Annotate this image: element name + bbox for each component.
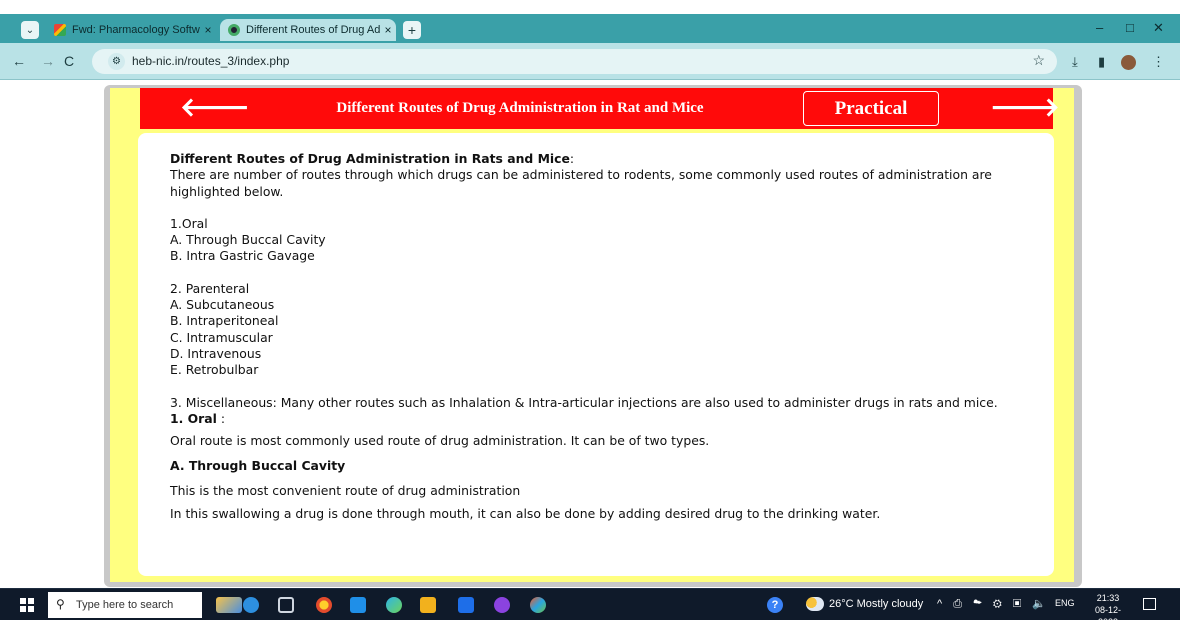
taskbar-app-icon[interactable]: [216, 597, 242, 613]
tab-title: Different Routes of Drug Admi: [246, 24, 380, 36]
forward-button[interactable]: →: [41, 53, 55, 69]
app-taskbar-icon[interactable]: [530, 597, 546, 613]
next-arrow-icon[interactable]: 🡒: [990, 95, 1060, 121]
buccal-description-2: In this swallowing a drug is done throug…: [170, 506, 881, 522]
misc-paragraph: 3. Miscellaneous: Many other routes such…: [170, 394, 998, 410]
browser-toolbar: ← → C ⚙ heb-nic.in/routes_3/index.php ☆ …: [0, 43, 1180, 80]
list-item: A. Through Buccal Cavity: [170, 232, 326, 248]
mail-taskbar-icon[interactable]: [350, 597, 366, 613]
article-content: Different Routes of Drug Administration …: [170, 151, 1030, 522]
url-text[interactable]: heb-nic.in/routes_3/index.php: [132, 54, 289, 68]
taskbar-app-icon[interactable]: [243, 597, 259, 613]
reload-button[interactable]: C: [64, 53, 74, 69]
edge-taskbar-icon[interactable]: [386, 597, 402, 613]
list-item: D. Intravenous: [170, 345, 262, 361]
more-icon[interactable]: ⋮: [1152, 54, 1165, 70]
notification-icon[interactable]: [1143, 598, 1156, 610]
site-info-icon[interactable]: ⚙: [108, 53, 125, 70]
maximize-button[interactable]: □: [1126, 20, 1134, 35]
clock-time: 21:33: [1096, 593, 1120, 603]
oral-description: Oral route is most commonly used route o…: [170, 433, 710, 449]
buccal-description: This is the most convenient route of dru…: [170, 482, 521, 498]
list-item: B. Intraperitoneal: [170, 313, 279, 329]
help-icon[interactable]: ?: [767, 597, 783, 613]
address-bar[interactable]: ⚙ heb-nic.in/routes_3/index.php ☆: [92, 49, 1057, 74]
back-button[interactable]: ←: [12, 53, 26, 69]
minimize-button[interactable]: –: [1096, 20, 1103, 35]
tab-close-button[interactable]: ×: [380, 23, 396, 37]
tab-active-routes[interactable]: Different Routes of Drug Admi ×: [220, 19, 396, 41]
search-icon: ⚲: [56, 597, 65, 611]
bookmark-star-icon[interactable]: ☆: [1032, 52, 1045, 69]
oral-heading: 1. Oral :: [170, 410, 226, 426]
new-tab-button[interactable]: +: [403, 21, 421, 39]
tab-close-button[interactable]: ×: [200, 23, 216, 37]
list-item: B. Intra Gastric Gavage: [170, 248, 315, 264]
buccal-heading: A. Through Buccal Cavity: [170, 458, 346, 474]
content-panel: Different Routes of Drug Administration …: [138, 133, 1054, 576]
list-item: C. Intramuscular: [170, 329, 273, 345]
windows-start-icon[interactable]: [20, 598, 34, 612]
list-item: A. Subcutaneous: [170, 297, 275, 313]
language-indicator[interactable]: ENG: [1055, 598, 1075, 608]
windows-taskbar: ⚲ Type here to search ? 26°C Mostly clou…: [0, 588, 1180, 620]
list-item: 2. Parenteral: [170, 280, 250, 296]
gmail-icon: [54, 24, 66, 36]
page-header: 🡐 Different Routes of Drug Administratio…: [140, 88, 1060, 129]
window-top-edge: [0, 0, 1180, 14]
weather-text[interactable]: 26°C Mostly cloudy: [829, 598, 923, 610]
file-explorer-icon[interactable]: [420, 597, 436, 613]
close-window-button[interactable]: ✕: [1153, 20, 1164, 36]
side-panel-icon[interactable]: ▮: [1098, 54, 1105, 70]
tab-search-button[interactable]: ⌄: [21, 21, 39, 39]
search-placeholder: Type here to search: [76, 599, 174, 611]
download-icon[interactable]: ⤓: [1072, 54, 1078, 70]
clock-date: 08-12-2023: [1094, 605, 1121, 620]
tab-gmail[interactable]: Fwd: Pharmacology Software - ×: [48, 19, 216, 41]
list-item: E. Retrobulbar: [170, 362, 259, 378]
content-heading: Different Routes of Drug Administration …: [170, 151, 575, 166]
tab-title: Fwd: Pharmacology Software -: [72, 24, 200, 36]
chevron-down-icon: ⌄: [25, 24, 35, 36]
previous-arrow-icon[interactable]: 🡐: [180, 95, 250, 121]
intro-paragraph: There are number of routes through which…: [170, 167, 992, 199]
profile-avatar[interactable]: [1121, 55, 1136, 70]
task-view-icon[interactable]: [278, 597, 294, 613]
clock[interactable]: 21:33 08-12-2023: [1086, 592, 1130, 620]
browser-tab-strip: ⌄ Fwd: Pharmacology Software - × Differe…: [0, 0, 1180, 43]
chrome-taskbar-icon[interactable]: [316, 597, 332, 613]
taskbar-search-box[interactable]: ⚲ Type here to search: [48, 592, 202, 618]
page-title: Different Routes of Drug Administration …: [336, 100, 704, 116]
chrome-icon: [228, 24, 240, 36]
system-tray-icons[interactable]: ^ ⎙ ☁ ⚙ ▣ 🔈: [937, 597, 1050, 611]
page-viewport: 🡐 Different Routes of Drug Administratio…: [0, 80, 1180, 588]
store-taskbar-icon[interactable]: [458, 597, 474, 613]
practical-button[interactable]: Practical: [803, 91, 939, 126]
app-taskbar-icon[interactable]: [494, 597, 510, 613]
list-item: 1.Oral: [170, 215, 208, 231]
weather-icon[interactable]: [806, 597, 824, 611]
